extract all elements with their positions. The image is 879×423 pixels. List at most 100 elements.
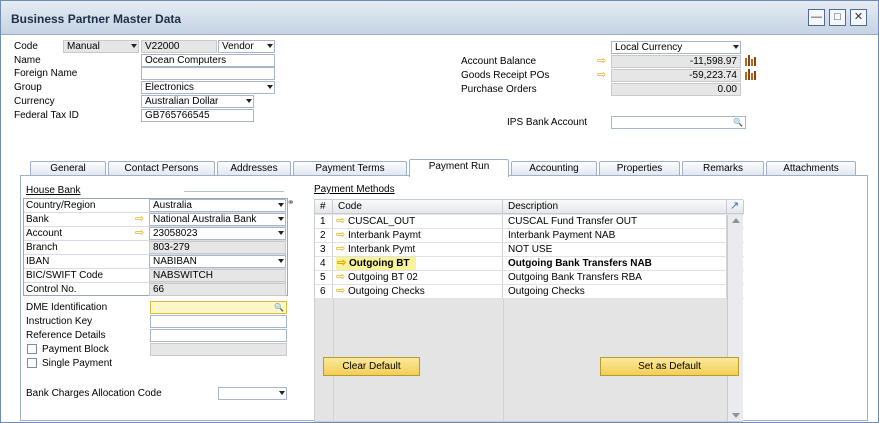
tax-id-input[interactable]: GB765766545	[141, 109, 254, 122]
column-header-code[interactable]: Code	[333, 200, 503, 214]
search-icon[interactable]: 🔍	[733, 117, 743, 128]
house-bank-table: Country/Region Australia Bank ⇨ National…	[23, 198, 288, 296]
divider	[184, 191, 284, 192]
scroll-down-icon[interactable]	[732, 413, 740, 418]
tab-payment-run[interactable]: Payment Run	[409, 159, 509, 177]
tax-id-value: GB765766545	[145, 110, 210, 121]
iban-select[interactable]: NABIBAN	[149, 255, 286, 268]
branch-field: 803-279	[149, 241, 286, 254]
local-currency-value: Local Currency	[615, 42, 683, 53]
link-arrow-icon[interactable]: ⇨	[337, 257, 346, 269]
table-row[interactable]: 3 ⇨ Interbank Pymt NOT USE	[315, 243, 744, 257]
dme-label: DME Identification	[26, 302, 108, 313]
minimize-button[interactable]: —	[808, 9, 825, 26]
purchase-orders-value: 0.00	[717, 84, 737, 95]
tab-remarks[interactable]: Remarks	[682, 161, 764, 176]
title-bar: Business Partner Master Data — □ ✕	[1, 1, 878, 35]
link-arrow-icon[interactable]: ⇨	[597, 56, 606, 67]
bank-select[interactable]: National Australia Bank	[149, 213, 286, 226]
bar-chart-icon[interactable]	[744, 54, 756, 66]
payment-block-field	[150, 343, 287, 356]
local-currency-select[interactable]: Local Currency	[611, 41, 741, 54]
chevron-down-icon	[278, 231, 284, 235]
name-input[interactable]: Ocean Computers	[141, 54, 275, 67]
link-arrow-icon[interactable]: ⇨	[336, 229, 345, 241]
table-row[interactable]: 6 ⇨ Outgoing Checks Outgoing Checks	[315, 285, 744, 299]
tab-addresses[interactable]: Addresses	[217, 161, 291, 176]
link-arrow-icon[interactable]: ⇨	[135, 214, 144, 225]
bar-chart-icon[interactable]	[744, 68, 756, 80]
payment-block-label: Payment Block	[42, 344, 109, 355]
row-description: Outgoing Bank Transfers NAB	[503, 257, 727, 270]
tab-attachments[interactable]: Attachments	[766, 161, 856, 176]
country-select[interactable]: Australia	[149, 199, 286, 212]
set-as-default-button[interactable]: Set as Default	[600, 357, 739, 376]
bank-charges-label: Bank Charges Allocation Code	[26, 388, 162, 399]
window-title: Business Partner Master Data	[11, 12, 182, 26]
table-row[interactable]: 2 ⇨ Interbank Paymt Interbank Payment NA…	[315, 229, 744, 243]
column-header-description[interactable]: Description	[503, 200, 727, 214]
code-input[interactable]: V22000	[141, 40, 217, 53]
clear-default-button[interactable]: Clear Default	[323, 357, 420, 376]
row-number: 2	[315, 229, 333, 242]
bank-value: National Australia Bank	[153, 214, 257, 225]
bank-charges-select[interactable]	[218, 387, 287, 400]
account-select[interactable]: 23058023	[149, 227, 286, 240]
table-row[interactable]: 1 ⇨ CUSCAL_OUT CUSCAL Fund Transfer OUT	[315, 215, 744, 229]
expand-icon[interactable]: ↗	[727, 200, 744, 214]
row-description: Outgoing Bank Transfers RBA	[503, 271, 727, 284]
tab-contact-persons[interactable]: Contact Persons	[108, 161, 215, 176]
foreign-name-input[interactable]	[141, 67, 275, 80]
house-bank-row-iban: IBAN NABIBAN	[24, 255, 287, 269]
link-arrow-icon[interactable]: ⇨	[336, 243, 345, 255]
row-code: Interbank Pymt	[348, 244, 416, 255]
column-header-num[interactable]: #	[315, 200, 333, 214]
reference-details-input[interactable]	[150, 329, 287, 342]
house-bank-row-bic: BIC/SWIFT Code NABSWITCH	[24, 269, 287, 283]
account-balance-label: Account Balance	[461, 56, 537, 67]
table-row-selected[interactable]: 4 ⇨ Outgoing BT Outgoing Bank Transfers …	[315, 257, 744, 271]
chevron-down-icon	[279, 391, 285, 395]
vertical-scrollbar[interactable]	[727, 215, 743, 421]
link-arrow-icon[interactable]: ⇨	[336, 285, 345, 297]
payment-block-checkbox[interactable]	[27, 344, 37, 354]
foreign-name-label: Foreign Name	[14, 68, 78, 79]
tab-strip: General Contact Persons Addresses Paymen…	[20, 159, 868, 177]
tab-general[interactable]: General	[30, 161, 106, 176]
link-arrow-icon[interactable]: ⇨	[336, 271, 345, 283]
single-payment-checkbox[interactable]	[27, 358, 37, 368]
search-icon[interactable]: 🔍	[274, 302, 284, 313]
control-no-label: Control No.	[26, 284, 77, 295]
row-number: 3	[315, 243, 333, 256]
link-arrow-icon[interactable]: ⇨	[597, 70, 606, 81]
bank-label: Bank	[26, 214, 49, 225]
row-description: Outgoing Checks	[503, 285, 727, 298]
account-balance-field: -11,598.97	[611, 55, 741, 68]
tab-properties[interactable]: Properties	[599, 161, 680, 176]
scroll-up-icon[interactable]	[732, 218, 740, 223]
row-code: Outgoing Checks	[348, 286, 425, 297]
attach-icon[interactable]: ⚭	[287, 197, 295, 208]
tab-label: General	[50, 163, 86, 174]
maximize-button[interactable]: □	[829, 9, 846, 26]
ips-bank-account-label: IPS Bank Account	[507, 117, 588, 128]
tab-label: Attachments	[783, 163, 839, 174]
code-mode-select[interactable]: Manual	[63, 40, 139, 53]
control-no-field: 66	[149, 283, 286, 296]
link-arrow-icon[interactable]: ⇨	[135, 228, 144, 239]
tab-label: Addresses	[230, 163, 278, 174]
table-row[interactable]: 5 ⇨ Outgoing BT 02 Outgoing Bank Transfe…	[315, 271, 744, 285]
ips-bank-account-input[interactable]: 🔍	[611, 116, 746, 129]
bp-type-select[interactable]: Vendor	[218, 40, 275, 53]
group-select[interactable]: Electronics	[141, 81, 275, 94]
currency-select[interactable]: Australian Dollar	[141, 95, 254, 108]
link-arrow-icon[interactable]: ⇨	[336, 215, 345, 227]
close-button[interactable]: ✕	[850, 9, 867, 26]
instruction-key-input[interactable]	[150, 315, 287, 328]
branch-label: Branch	[26, 242, 58, 253]
row-code: CUSCAL_OUT	[348, 216, 416, 227]
tab-accounting[interactable]: Accounting	[511, 161, 597, 176]
code-value: V22000	[145, 41, 180, 52]
dme-input[interactable]: 🔍	[150, 301, 287, 314]
tab-payment-terms[interactable]: Payment Terms	[293, 161, 407, 176]
